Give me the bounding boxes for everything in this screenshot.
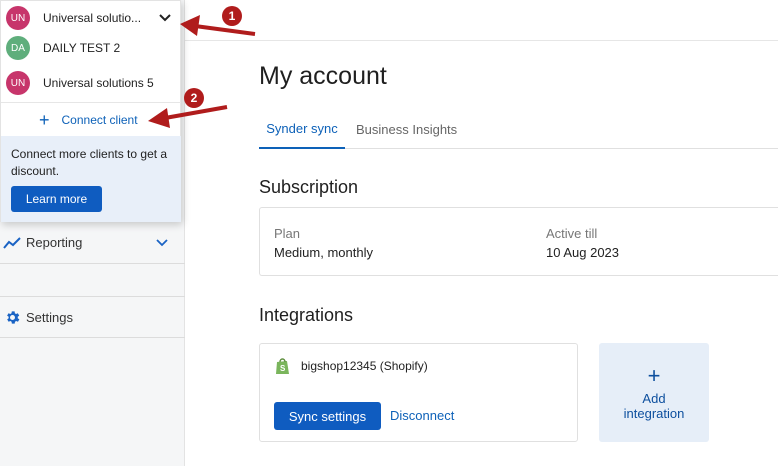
subscription-card: Plan Medium, monthly Active till 10 Aug …	[259, 207, 778, 276]
avatar: UN	[6, 6, 30, 30]
tab-synder-sync[interactable]: Synder sync	[259, 110, 345, 149]
gear-icon	[2, 307, 22, 327]
active-till-value: 10 Aug 2023	[546, 245, 620, 260]
subscription-heading: Subscription	[259, 177, 359, 197]
tab-business-insights[interactable]: Business Insights	[356, 110, 457, 149]
client-name: Universal solutions 5	[43, 76, 154, 90]
connect-client-label: Connect client	[61, 112, 138, 127]
plus-icon: +	[647, 362, 661, 388]
sidebar-item-label: Settings	[26, 309, 73, 325]
add-integration-label-line2: integration	[623, 405, 685, 421]
avatar: UN	[6, 71, 30, 95]
tab-bar: Synder sync Business Insights	[259, 110, 778, 149]
chevron-down-icon[interactable]	[158, 11, 172, 25]
plan-label: Plan	[274, 226, 301, 241]
sidebar-item-label: Reporting	[26, 235, 83, 250]
annotation-badge-2: 2	[184, 88, 204, 108]
client-name: DAILY TEST 2	[43, 41, 121, 55]
client-name: Universal solutio...	[43, 11, 142, 25]
avatar: DA	[6, 36, 30, 60]
client-selector[interactable]: UN Universal solutio...	[1, 1, 181, 35]
integrations-heading: Integrations	[259, 305, 354, 325]
client-option[interactable]: DA DAILY TEST 2	[1, 31, 181, 65]
add-integration-label-line1: Add	[642, 390, 666, 406]
chart-line-icon	[2, 233, 22, 253]
annotation-badge-1: 1	[222, 6, 242, 26]
client-dropdown: UN Universal solutio... DA DAILY TEST 2 …	[0, 0, 181, 222]
integration-card: S bigshop12345 (Shopify) Sync settings D…	[259, 343, 578, 442]
sync-settings-button[interactable]: Sync settings	[274, 402, 381, 430]
promo-text: Connect more clients to get a discount.	[11, 147, 168, 178]
badge-1-label: 1	[229, 9, 236, 23]
chevron-down-icon[interactable]	[155, 236, 169, 250]
header-divider	[185, 40, 778, 41]
sidebar-item-reporting[interactable]: Reporting	[0, 222, 185, 264]
svg-text:S: S	[280, 364, 286, 373]
client-option[interactable]: UN Universal solutions 5	[1, 66, 181, 100]
sidebar-item-settings[interactable]: Settings	[0, 296, 185, 338]
add-integration-button[interactable]: + Add integration	[599, 343, 709, 442]
plus-icon: +	[39, 109, 50, 130]
shopify-icon: S	[275, 357, 290, 375]
plan-value: Medium, monthly	[274, 245, 373, 260]
connect-client-button[interactable]: + Connect client	[1, 102, 181, 136]
annotation-arrow-1	[180, 15, 256, 36]
promo-panel: Connect more clients to get a discount. …	[1, 136, 181, 222]
active-till-label: Active till	[546, 226, 598, 241]
badge-2-label: 2	[191, 91, 198, 105]
disconnect-link[interactable]: Disconnect	[390, 408, 454, 423]
integration-name: bigshop12345 (Shopify)	[301, 359, 428, 373]
page-title: My account	[259, 62, 387, 90]
learn-more-button[interactable]: Learn more	[11, 186, 102, 212]
